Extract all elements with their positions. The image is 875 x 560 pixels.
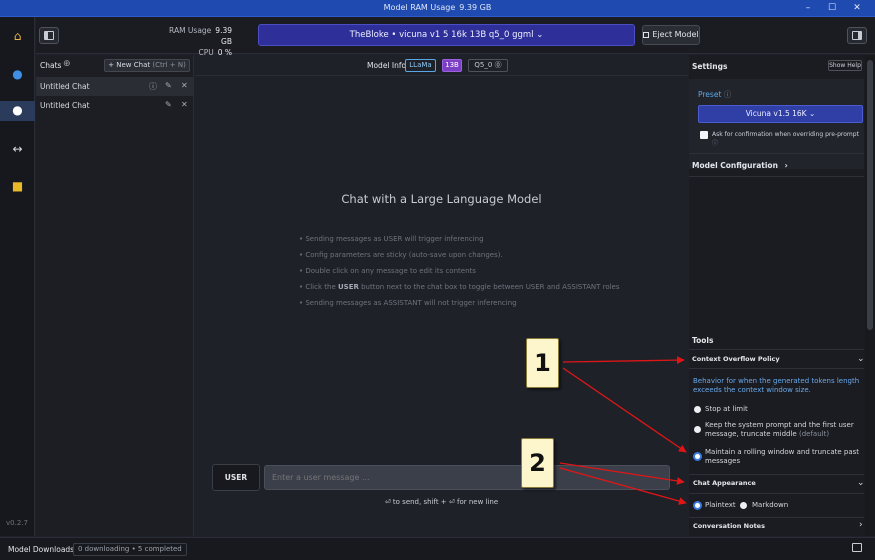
overflow-stop-label: Stop at limit [705,405,748,413]
panel-left-icon [44,31,54,40]
chevron-right-icon[interactable]: › [859,520,863,530]
chat-list-item[interactable]: Untitled Chat ⓘ ✎ ✕ [36,77,194,96]
appearance-plaintext-label: Plaintext [705,501,736,509]
settings-scrollbar[interactable] [865,55,875,536]
model-configuration-header[interactable]: Model Configuration › [692,161,867,170]
arch-badge: LLaMa [405,59,436,72]
chevron-right-icon: › [784,161,788,170]
resource-readout: RAM Usage 9.39 GB CPU 0 % [169,26,232,57]
callout-badge-2: 2 [521,438,554,488]
preset-label: Preset ⓘ [698,90,732,99]
delete-icon[interactable]: ✕ [181,81,188,90]
toggle-right-panel-button[interactable] [847,27,867,44]
appearance-markdown-label: Markdown [752,501,789,509]
window-titlebar: Model RAM Usage 9.39 GB – ☐ ✕ [0,0,875,17]
overflow-truncate-middle-label: Keep the system prompt and the first use… [705,421,854,438]
overflow-rolling-window-radio[interactable] [693,452,702,461]
appearance-plaintext-radio[interactable] [693,501,702,510]
chat-icon[interactable]: ● [0,101,35,121]
maximize-icon[interactable]: ☐ [825,2,839,14]
message-input[interactable] [264,465,670,490]
minimize-icon[interactable]: – [801,2,815,14]
status-bar: Model Downloads 0 downloading • 5 comple… [0,537,875,560]
download-status: 0 downloading • 5 completed [73,543,187,556]
settings-panel: Settings Show Help Preset ⓘ Vicuna v1.5 … [689,55,875,536]
preset-selector[interactable]: Vicuna v1.5 16K ⌄ [698,105,863,123]
eject-model-button[interactable]: Eject Model [642,25,700,45]
window-title: Model RAM Usage 9.39 GB [383,3,492,12]
overflow-rolling-window-label: Maintain a rolling window and truncate p… [705,448,860,465]
eject-icon [643,32,650,38]
home-icon[interactable]: ⌂ [8,27,27,46]
edit-icon[interactable]: ✎ [165,100,172,109]
add-folder-icon[interactable]: ⊕ [63,59,71,69]
preset-section: Preset ⓘ Vicuna v1.5 16K ⌄ Ask for confi… [689,79,864,169]
model-info-bar: Model Info LLaMa 13B Q5_0 ⓪ [195,55,688,76]
toggle-left-panel-button[interactable] [39,27,59,44]
confirm-override-checkbox[interactable] [700,131,708,139]
left-nav: ⌂ ● ● ↔ ■ v0.2.7 [0,17,35,536]
info-icon[interactable]: ⓘ [149,81,157,92]
model-downloads-button[interactable]: Model Downloads [8,545,74,554]
chat-list-item[interactable]: Untitled Chat ✎ ✕ [36,96,194,115]
confirm-override-label: Ask for confirmation when overriding pre… [712,131,859,147]
empty-chat-title: Chat with a Large Language Model [341,192,542,206]
overflow-stop-radio[interactable] [694,406,701,413]
quant-badge[interactable]: Q5_0 ⓪ [468,59,508,72]
chevron-down-icon[interactable]: ⌄ [857,354,865,364]
app-version: v0.2.7 [6,519,28,527]
chats-title: Chats [40,61,62,70]
model-selector[interactable]: TheBloke • vicuna v1 5 16k 13B q5_0 ggml… [258,24,635,46]
callout-badge-1: 1 [526,338,559,388]
chevron-down-icon: ⌄ [808,109,816,118]
delete-icon[interactable]: ✕ [181,100,188,109]
info-icon: ⓘ [712,140,719,147]
chevron-down-icon[interactable]: ⌄ [857,478,865,488]
tip-item: • Sending messages as ASSISTANT will not… [299,299,517,307]
tip-item: • Click the USER button next to the chat… [299,283,620,291]
tips-list: • Sending messages as USER will trigger … [299,231,679,311]
panel-bottom-icon[interactable] [852,543,862,552]
folder-icon[interactable]: ■ [8,177,27,196]
top-bar: RAM Usage 9.39 GB CPU 0 % TheBloke • vicun… [36,17,875,57]
chat-main: Model Info LLaMa 13B Q5_0 ⓪ Chat with a … [195,55,688,536]
arrows-icon[interactable]: ↔ [8,140,27,159]
info-icon: ⓪ [494,61,502,69]
search-icon[interactable]: ● [8,65,27,84]
show-help-button[interactable]: Show Help [828,60,862,71]
role-toggle-button[interactable]: USER [212,464,260,491]
conversation-notes-header[interactable]: Conversation Notes [693,522,765,530]
context-overflow-header[interactable]: Context Overflow Policy [692,355,780,363]
panel-right-icon [852,31,862,40]
overflow-description: Behavior for when the generated tokens l… [693,377,860,394]
overflow-truncate-middle-radio[interactable] [694,426,701,433]
size-badge: 13B [442,59,462,72]
info-icon: ⓘ [723,90,732,99]
tip-item: • Double click on any message to edit it… [299,267,476,275]
chevron-down-icon: ⌄ [536,30,544,40]
tip-item: • Config parameters are sticky (auto-sav… [299,251,503,259]
settings-title: Settings [692,62,728,71]
tools-title: Tools [692,336,714,345]
new-chat-button[interactable]: + New Chat (Ctrl + N) [104,59,190,72]
chats-panel: Chats ⊕ + New Chat (Ctrl + N) Untitled C… [36,55,194,536]
close-icon[interactable]: ✕ [850,2,864,14]
chats-header: Chats ⊕ + New Chat (Ctrl + N) [36,55,194,75]
chat-appearance-header[interactable]: Chat Appearance [693,479,756,487]
model-info-label: Model Info [367,61,407,70]
send-hint: ⏎ to send, shift + ⏎ for new line [384,498,499,506]
edit-icon[interactable]: ✎ [165,81,172,90]
tip-item: • Sending messages as USER will trigger … [299,235,484,243]
appearance-markdown-radio[interactable] [740,502,747,509]
